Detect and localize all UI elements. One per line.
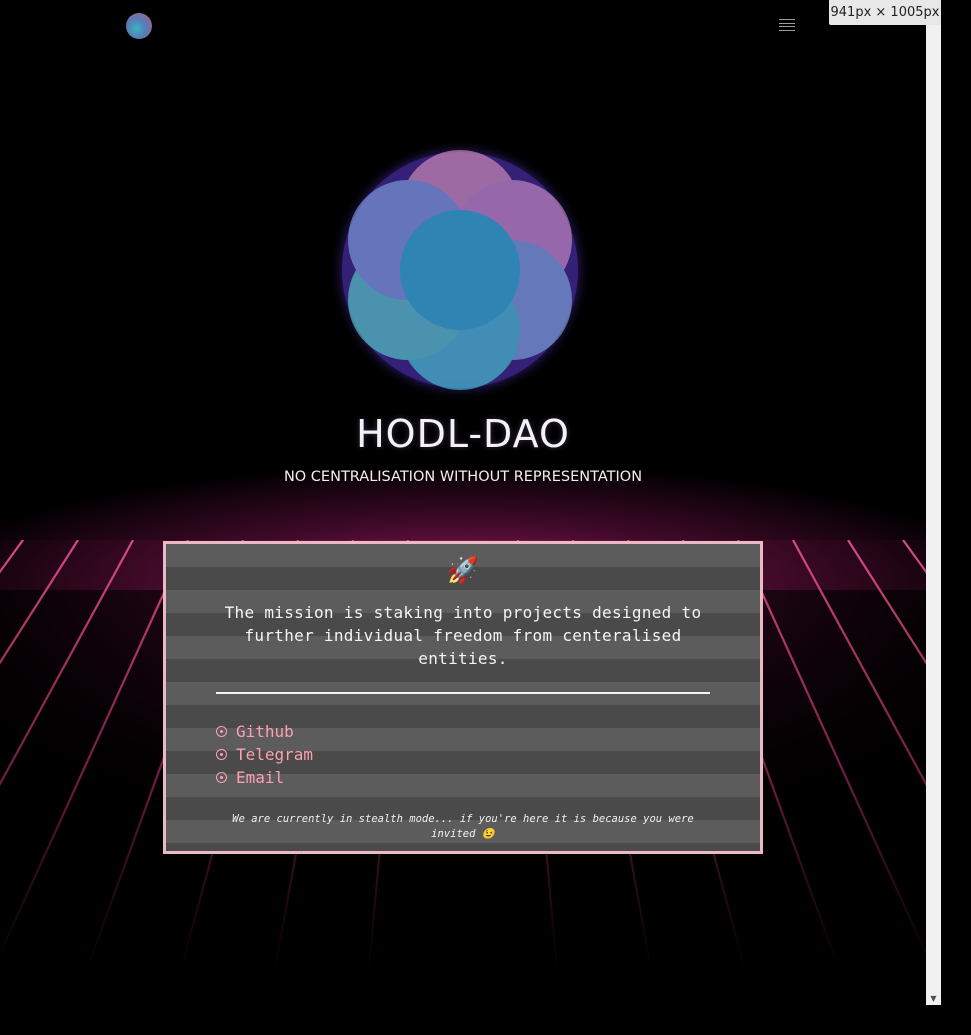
stealth-note: We are currently in stealth mode... if y…: [232, 813, 694, 840]
hamburger-menu-icon[interactable]: [779, 19, 795, 31]
site-subtitle: NO CENTRALISATION WITHOUT REPRESENTATION: [283, 469, 643, 485]
site-title: HODL-DAO: [356, 412, 570, 456]
social-links: Github Telegram Email: [216, 720, 313, 789]
page-viewport: HODL-DAO NO CENTRALISATION WITHOUT REPRE…: [0, 0, 926, 1005]
email-link-label[interactable]: Email: [236, 766, 284, 789]
github-link-label[interactable]: Github: [236, 720, 294, 743]
mission-card: 🚀 The mission is staking into projects d…: [163, 541, 763, 854]
telegram-link[interactable]: Telegram: [216, 743, 313, 766]
scroll-down-arrow-icon[interactable]: ▼: [926, 991, 941, 1005]
email-link[interactable]: Email: [216, 766, 313, 789]
circle-dot-icon: [216, 749, 227, 760]
scrollbar-thumb[interactable]: [929, 2, 938, 987]
vertical-scrollbar[interactable]: ▼: [926, 0, 941, 1005]
rocket-icon: 🚀: [446, 556, 480, 586]
mission-statement: The mission is staking into projects des…: [224, 603, 702, 668]
github-link[interactable]: Github: [216, 720, 313, 743]
circle-dot-icon: [216, 726, 227, 737]
telegram-link-label[interactable]: Telegram: [236, 743, 313, 766]
brand-logo[interactable]: [126, 13, 152, 39]
circle-dot-icon: [216, 772, 227, 783]
dimensions-overlay: 941px × 1005px: [829, 0, 941, 25]
flower-of-life-orb-icon: [342, 150, 578, 390]
card-divider: [216, 692, 710, 694]
